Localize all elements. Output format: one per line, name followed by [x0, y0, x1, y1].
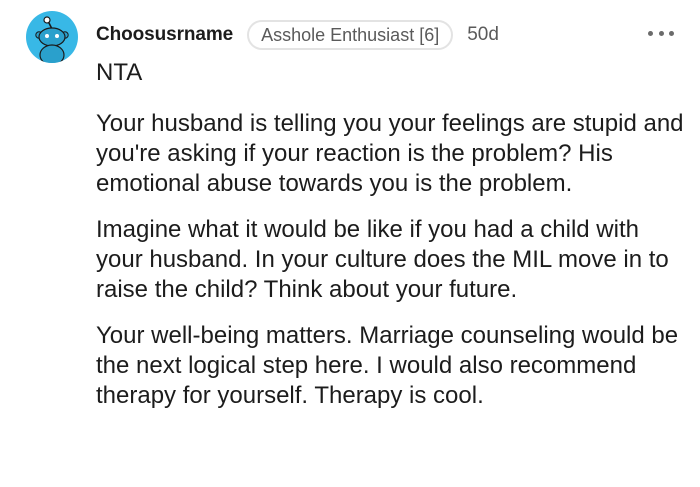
comment-body: NTA Your husband is telling you your fee…	[96, 58, 686, 427]
more-options-icon[interactable]	[648, 22, 674, 44]
username[interactable]: Choosusrname	[96, 24, 233, 46]
snoo-avatar-icon[interactable]	[26, 11, 78, 63]
comment: Choosusrname Asshole Enthusiast [6] 50d …	[0, 0, 700, 487]
comment-paragraph: Your husband is telling you your feeling…	[96, 110, 684, 197]
comment-paragraph: Your well-being matters. Marriage counse…	[96, 322, 679, 409]
more-dot	[648, 30, 653, 36]
comment-verdict: NTA	[96, 59, 143, 86]
more-dot	[669, 30, 674, 36]
comment-age: 50d	[467, 24, 499, 45]
comment-paragraph: Imagine what it would be like if you had…	[96, 216, 669, 303]
more-dot	[658, 30, 664, 36]
comment-header: Choosusrname Asshole Enthusiast [6] 50d	[96, 20, 499, 50]
user-flair: Asshole Enthusiast [6]	[247, 20, 454, 50]
